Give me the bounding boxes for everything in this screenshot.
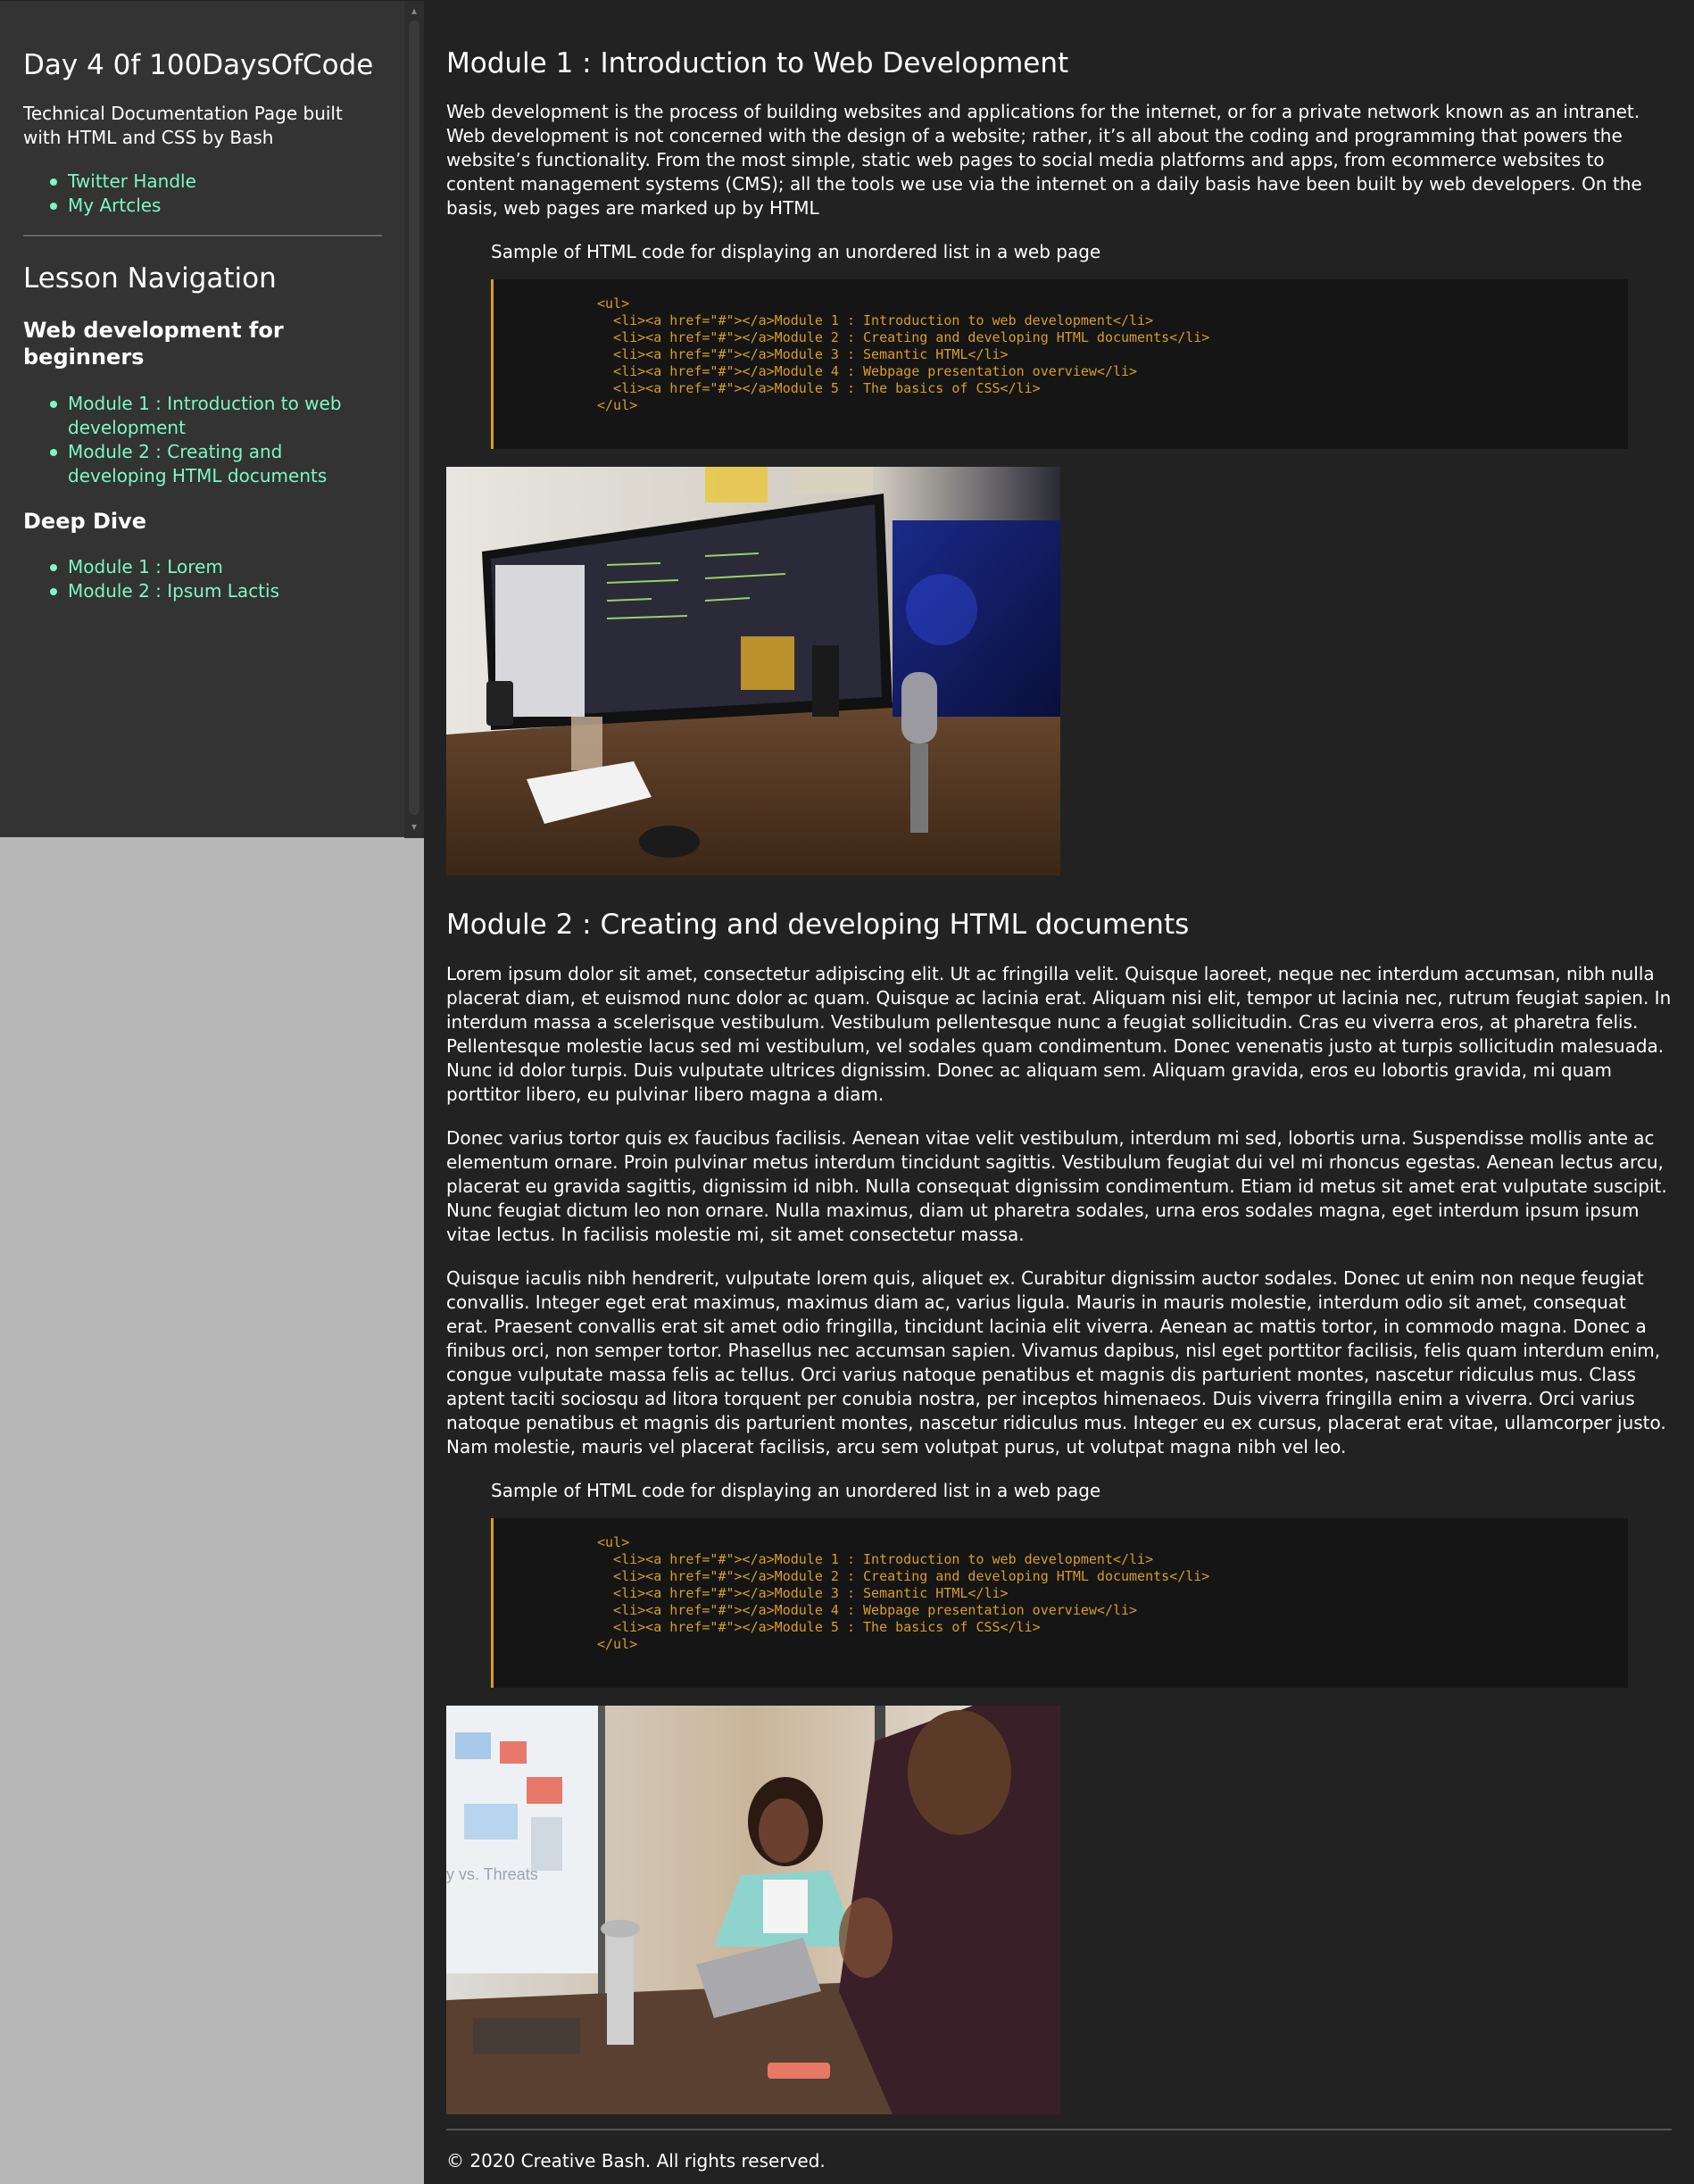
- deep-dive-nav-list: Module 1 : Lorem Module 2 : Ipsum Lactis: [23, 555, 382, 603]
- desk-setup-illustration: [446, 467, 1060, 876]
- module-2-paragraph-2: Donec varius tortor quis ex faucibus fac…: [446, 1127, 1667, 1245]
- module-2-code-block: <ul> <li><a href="#"></a>Module 1 : Intr…: [491, 1518, 1628, 1688]
- nav-heading: Lesson Navigation: [23, 262, 277, 295]
- sidebar-content: Day 4 0f 100DaysOfCode Technical Documen…: [23, 49, 382, 603]
- footer-copyright: © 2020 Creative Bash. All rights reserve…: [446, 2150, 826, 2172]
- module-2-paragraph-3: Quisque iaculis nibh hendrerit, vulputat…: [446, 1267, 1666, 1457]
- desk-setup-image: [446, 467, 1060, 876]
- module-1-code: <ul> <li><a href="#"></a>Module 1 : Intr…: [597, 295, 1210, 413]
- scroll-up-icon[interactable]: ▴: [408, 4, 420, 17]
- module-2-code: <ul> <li><a href="#"></a>Module 1 : Intr…: [597, 1534, 1210, 1652]
- nav-item-deep-module-1[interactable]: Module 1 : Lorem: [50, 555, 382, 579]
- module-2-paragraph-1: Lorem ipsum dolor sit amet, consectetur …: [446, 963, 1672, 1105]
- whiteboard-text: y vs. Threats: [446, 1865, 538, 1883]
- footer-divider: [446, 2129, 1672, 2130]
- meeting-image: y vs. Threats: [446, 1706, 1060, 2114]
- main-content: Module 1 : Introduction to Web Developme…: [424, 0, 1694, 2184]
- web-dev-nav-list: Module 1 : Introduction to web developme…: [23, 392, 382, 488]
- nav-item-web-module-1[interactable]: Module 1 : Introduction to web developme…: [50, 392, 382, 440]
- meeting-illustration: y vs. Threats: [446, 1706, 1060, 2114]
- sidebar-links: Twitter Handle My Artcles: [23, 170, 382, 218]
- twitter-link[interactable]: Twitter Handle: [50, 170, 382, 194]
- module-2-section: Module 2 : Creating and developing HTML …: [446, 906, 1672, 2114]
- scrollbar-thumb[interactable]: [409, 21, 419, 815]
- main-inner: Module 1 : Introduction to Web Developme…: [446, 45, 1672, 2173]
- nav-item-web-module-2[interactable]: Module 2 : Creating and developing HTML …: [50, 440, 382, 488]
- sidebar-divider: [23, 235, 382, 237]
- module-1-sample-caption: Sample of HTML code for displaying an un…: [491, 241, 1101, 262]
- scroll-down-icon[interactable]: ▾: [408, 820, 420, 833]
- sidebar-scrollbar[interactable]: ▴ ▾: [404, 1, 424, 838]
- sidebar-description: Technical Documentation Page built with …: [23, 103, 343, 148]
- section-heading-deep-dive: Deep Dive: [23, 509, 147, 534]
- sidebar: Day 4 0f 100DaysOfCode Technical Documen…: [0, 0, 424, 838]
- nav-item-deep-module-2[interactable]: Module 2 : Ipsum Lactis: [50, 579, 382, 603]
- module-2-sample-caption: Sample of HTML code for displaying an un…: [491, 1480, 1101, 1501]
- articles-link[interactable]: My Artcles: [50, 194, 382, 218]
- module-1-code-block: <ul> <li><a href="#"></a>Module 1 : Intr…: [491, 279, 1628, 449]
- module-2-title: Module 2 : Creating and developing HTML …: [446, 909, 1190, 941]
- section-heading-web-dev: Web development for beginners: [23, 318, 284, 370]
- module-1-paragraph: Web development is the process of buildi…: [446, 101, 1642, 219]
- module-1-section: Module 1 : Introduction to Web Developme…: [446, 45, 1672, 876]
- module-1-title: Module 1 : Introduction to Web Developme…: [446, 47, 1069, 79]
- sidebar-title: Day 4 0f 100DaysOfCode: [23, 49, 374, 81]
